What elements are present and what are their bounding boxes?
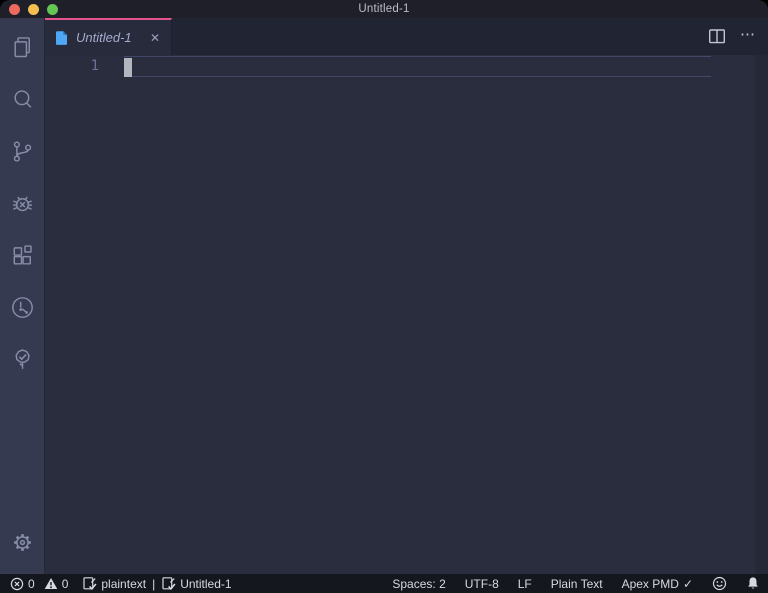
sidebar-item-source-control[interactable] <box>0 125 45 177</box>
editor-pane[interactable]: 1 <box>45 55 768 574</box>
close-icon[interactable]: ✕ <box>148 31 162 45</box>
encoding-label: UTF-8 <box>464 576 499 591</box>
minimap[interactable] <box>755 55 768 574</box>
apex-pmd-status[interactable]: Apex PMD ✓ <box>622 577 693 591</box>
file-icon <box>54 30 69 46</box>
warning-icon <box>44 577 58 590</box>
sidebar-item-explorer[interactable] <box>0 21 45 73</box>
search-icon <box>9 86 36 113</box>
todo-tree-icon <box>9 346 36 373</box>
file-status-label: Untitled-1 <box>180 576 232 591</box>
apex-pmd-label: Apex PMD <box>621 576 679 591</box>
files-explorer-icon <box>9 34 36 61</box>
file-check-icon <box>82 576 97 591</box>
sidebar-item-extensions[interactable] <box>0 229 45 281</box>
warning-count: 0 <box>61 576 69 591</box>
indentation-status[interactable]: Spaces: 2 <box>392 577 445 591</box>
extensions-icon <box>9 242 36 269</box>
text-cursor <box>124 58 132 77</box>
file-check-icon <box>161 576 176 591</box>
notifications-bell-button[interactable] <box>746 576 760 591</box>
window-title: Untitled-1 <box>358 3 410 15</box>
editor-status[interactable]: plaintext | Untitled-1 <box>82 576 232 591</box>
sidebar-item-todo-tree[interactable] <box>0 333 45 385</box>
language-mode-status[interactable]: Plain Text <box>551 577 603 591</box>
git-graph-icon <box>9 294 36 321</box>
sidebar-item-run-debug[interactable] <box>0 177 45 229</box>
eol-status[interactable]: LF <box>518 577 532 591</box>
error-icon <box>10 577 24 591</box>
check-icon: ✓ <box>682 576 693 591</box>
language-status-label: plaintext <box>101 576 147 591</box>
tab-bar: Untitled-1 ✕ ⋯ <box>45 18 768 55</box>
bell-icon <box>746 576 760 591</box>
error-count: 0 <box>28 576 35 591</box>
tab-untitled-1[interactable]: Untitled-1 ✕ <box>45 18 172 55</box>
vscode-window: Untitled-1 Untitled-1 ✕ ⋯ 1 0 0 plaintex… <box>0 0 768 593</box>
eol-label: LF <box>517 576 532 591</box>
sidebar-item-search[interactable] <box>0 73 45 125</box>
manage-settings-button[interactable] <box>0 516 45 568</box>
feedback-smiley-button[interactable] <box>712 576 727 591</box>
encoding-status[interactable]: UTF-8 <box>465 577 499 591</box>
problems-status[interactable]: 0 0 <box>10 577 68 591</box>
status-bar: 0 0 plaintext | Untitled-1 Spaces: 2 UTF… <box>0 574 768 593</box>
settings-gear-icon <box>9 529 36 556</box>
tab-label: Untitled-1 <box>76 30 132 45</box>
activity-bar <box>0 18 45 574</box>
source-control-icon <box>9 138 36 165</box>
title-bar: Untitled-1 <box>0 0 768 18</box>
line-number: 1 <box>90 58 99 74</box>
split-editor-icon[interactable] <box>708 28 726 45</box>
more-actions-icon[interactable]: ⋯ <box>740 27 756 46</box>
sidebar-item-git-graph[interactable] <box>0 281 45 333</box>
current-line-highlight <box>124 56 711 77</box>
language-mode-label: Plain Text <box>550 576 603 591</box>
indentation-label: Spaces: 2 <box>392 576 446 591</box>
status-separator: | <box>152 576 156 591</box>
smiley-icon <box>712 576 727 591</box>
bug-debug-icon <box>9 190 36 217</box>
